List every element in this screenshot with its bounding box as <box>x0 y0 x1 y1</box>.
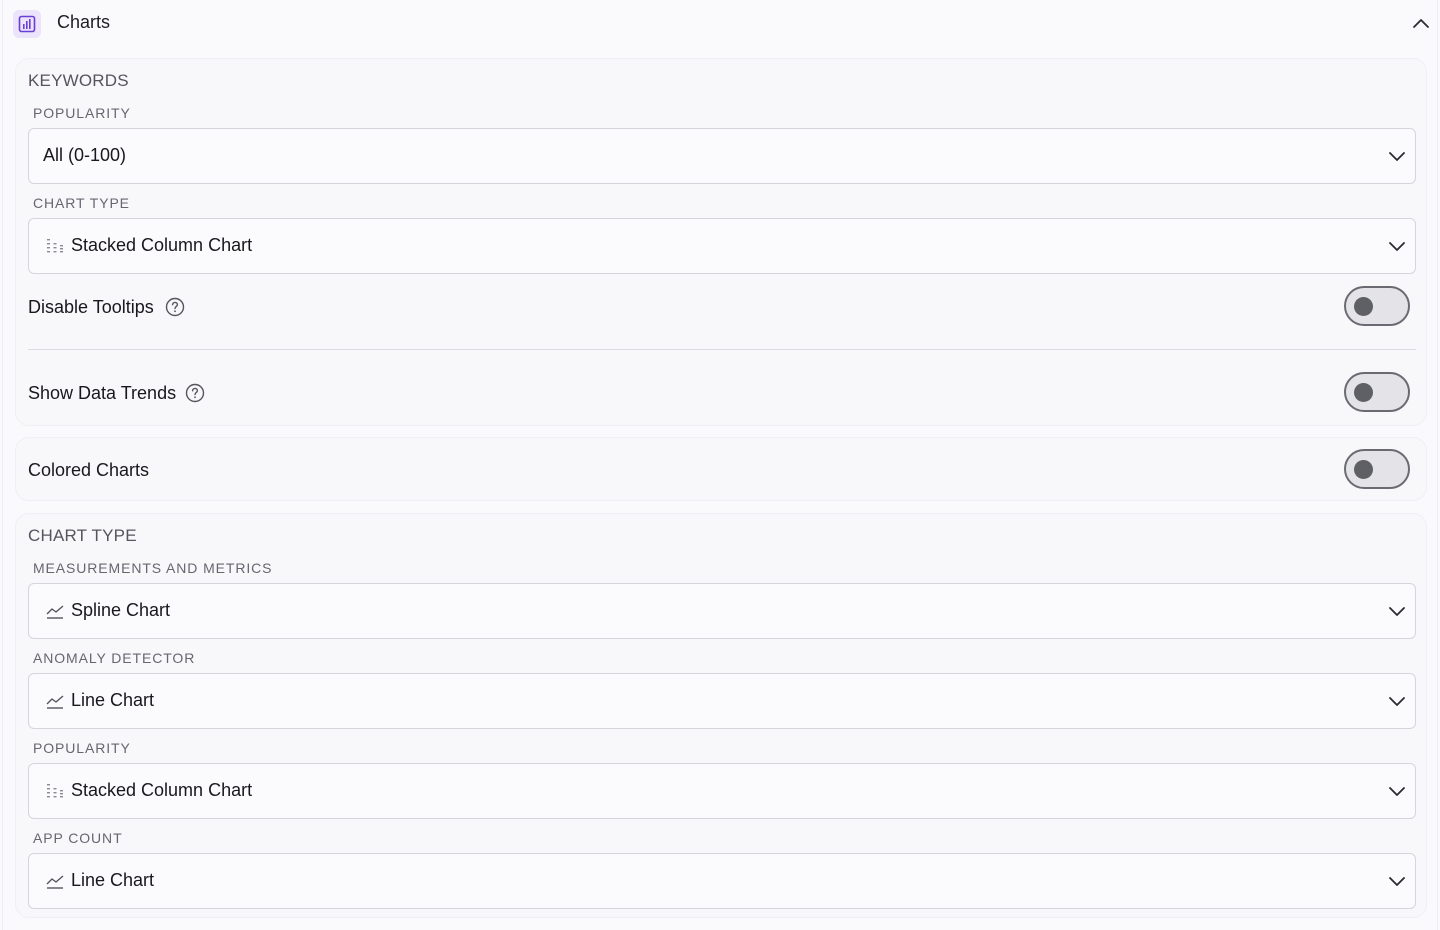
toggle-knob <box>1354 460 1373 479</box>
popularity-chart-select[interactable]: Stacked Column Chart <box>28 763 1416 819</box>
chevron-down-icon <box>1389 787 1405 796</box>
anomaly-detector-label: ANOMALY DETECTOR <box>33 650 196 666</box>
disable-tooltips-toggle[interactable] <box>1344 286 1410 326</box>
colored-charts-card: Colored Charts <box>15 437 1427 501</box>
show-data-trends-toggle[interactable] <box>1344 372 1410 412</box>
toggle-knob <box>1354 297 1373 316</box>
panel-header[interactable]: Charts <box>3 0 1439 48</box>
help-circle-icon[interactable] <box>165 297 185 317</box>
charts-panel: Charts KEYWORDS POPULARITY All (0-100) C… <box>2 0 1438 930</box>
anomaly-detector-select[interactable]: Line Chart <box>28 673 1416 729</box>
chevron-down-icon <box>1389 152 1405 161</box>
line-chart-icon <box>46 605 64 619</box>
measurements-select[interactable]: Spline Chart <box>28 583 1416 639</box>
show-data-trends-label: Show Data Trends <box>28 383 177 403</box>
app-count-select[interactable]: Line Chart <box>28 853 1416 909</box>
anomaly-detector-value: Line Chart <box>71 690 155 710</box>
app-count-label: APP COUNT <box>33 830 123 846</box>
chart-type-select[interactable]: Stacked Column Chart <box>28 218 1416 274</box>
bar-chart-icon <box>13 10 41 38</box>
keywords-card: KEYWORDS POPULARITY All (0-100) CHART TY… <box>15 58 1427 426</box>
help-circle-icon[interactable] <box>185 383 205 403</box>
colored-charts-toggle[interactable] <box>1344 449 1410 489</box>
line-chart-icon <box>46 875 64 889</box>
popularity-label: POPULARITY <box>33 105 131 121</box>
stacked-column-icon <box>47 239 63 253</box>
disable-tooltips-label: Disable Tooltips <box>28 297 154 317</box>
chart-type-label: CHART TYPE <box>33 195 130 211</box>
measurements-value: Spline Chart <box>71 600 171 620</box>
chart-type-card: CHART TYPE MEASUREMENTS AND METRICS Spli… <box>15 513 1427 918</box>
panel-title: Charts <box>57 12 111 32</box>
chevron-down-icon <box>1389 607 1405 616</box>
popularity-select[interactable]: All (0-100) <box>28 128 1416 184</box>
divider <box>28 349 1416 350</box>
chart-type-value: Stacked Column Chart <box>71 235 253 255</box>
chevron-down-icon <box>1389 697 1405 706</box>
chevron-down-icon <box>1389 242 1405 251</box>
keywords-section-title: KEYWORDS <box>28 71 129 90</box>
stacked-column-icon <box>47 784 63 798</box>
toggle-knob <box>1354 383 1373 402</box>
colored-charts-label: Colored Charts <box>28 460 150 480</box>
popularity-chart-value: Stacked Column Chart <box>71 780 253 800</box>
chevron-down-icon <box>1389 877 1405 886</box>
chevron-up-icon[interactable] <box>1411 14 1431 34</box>
line-chart-icon <box>46 695 64 709</box>
popularity-chart-label: POPULARITY <box>33 740 131 756</box>
measurements-label: MEASUREMENTS AND METRICS <box>33 560 273 576</box>
popularity-value: All (0-100) <box>43 145 127 165</box>
chart-type-section-title: CHART TYPE <box>28 526 137 545</box>
app-count-value: Line Chart <box>71 870 155 890</box>
